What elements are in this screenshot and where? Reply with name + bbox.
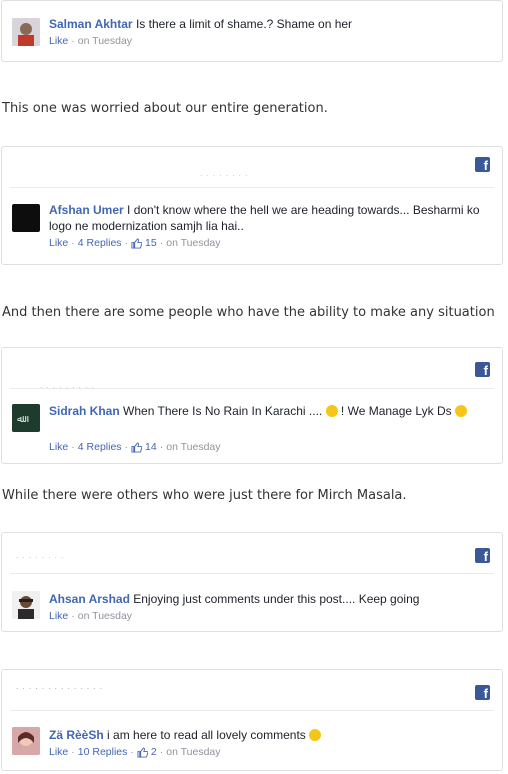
comment: Zä RèèSh i am here to read all lovely co…	[2, 711, 502, 758]
comment-text: Afshan Umer I don't know where the hell …	[49, 202, 502, 234]
separator: ·	[124, 441, 129, 453]
blurred-post-header: . . . . . . . .	[16, 551, 65, 560]
comment: Ahsan Arshad Enjoying just comments unde…	[2, 574, 502, 622]
comment-time[interactable]: on Tuesday	[166, 237, 220, 249]
blurred-post-header: . . . . . . . . . . . . . .	[16, 682, 104, 691]
comment-time[interactable]: on Tuesday	[78, 610, 132, 622]
comment-body: When There Is No Rain In Karachi ....	[123, 404, 323, 418]
avatar-image	[12, 18, 40, 46]
comment-meta: Like · on Tuesday	[49, 35, 502, 47]
comment-text: Ahsan Arshad Enjoying just comments unde…	[49, 591, 502, 607]
comment-time[interactable]: on Tuesday	[78, 35, 132, 47]
comment-body: Enjoying just comments under this post..…	[133, 592, 420, 606]
laughing-emoji-icon	[454, 405, 467, 417]
like-thumb-icon	[131, 441, 143, 453]
separator: ·	[71, 35, 75, 47]
comment-author[interactable]: Ahsan Arshad	[49, 592, 130, 606]
avatar-image	[12, 591, 40, 619]
facebook-icon[interactable]: f	[475, 548, 490, 563]
avatar-image	[12, 727, 40, 755]
like-link[interactable]: Like	[49, 35, 68, 47]
winking-tongue-emoji-icon	[309, 729, 322, 741]
separator: ·	[71, 610, 75, 622]
comment-time[interactable]: on Tuesday	[166, 746, 220, 758]
reaction-count[interactable]: 14	[145, 441, 157, 453]
separator: ·	[159, 237, 164, 249]
comment: ﷲ Sidrah Khan When There Is No Rain In K…	[2, 389, 502, 453]
comment-card-5: . . . . . . . . . . . . . . f Zä RèèSh i…	[1, 669, 503, 771]
separator: ·	[159, 441, 164, 453]
like-link[interactable]: Like	[49, 610, 68, 622]
article-paragraph: While there were others who were just th…	[2, 488, 407, 503]
comment-author[interactable]: Afshan Umer	[49, 203, 124, 217]
separator: ·	[71, 441, 75, 453]
comment-meta: Like · 4 Replies · 14 · on Tuesday	[49, 441, 502, 453]
like-thumb-icon	[131, 237, 143, 249]
avatar[interactable]	[12, 591, 40, 619]
avatar[interactable]: ﷲ	[12, 404, 40, 432]
card-header: . . . . . . . . . . . . . . f	[10, 670, 494, 711]
card-header: . . . . . . . . f	[10, 533, 494, 574]
reaction-count[interactable]: 15	[145, 237, 157, 249]
like-link[interactable]: Like	[49, 237, 68, 249]
facebook-icon[interactable]: f	[475, 157, 490, 172]
separator: ·	[71, 746, 75, 758]
comment-author[interactable]: Salman Akhtar	[49, 17, 133, 31]
laughing-emoji-icon	[325, 405, 338, 417]
comment-card-2: . . . . . . . . f Afshan Umer I don't kn…	[1, 146, 503, 265]
comment: Salman Akhtar Is there a limit of shame.…	[2, 1, 502, 47]
like-link[interactable]: Like	[49, 746, 68, 758]
reaction-count[interactable]: 2	[151, 746, 157, 758]
card-header: . . . . . . . . f	[10, 147, 494, 188]
separator: ·	[159, 746, 164, 758]
comment-card-1: Salman Akhtar Is there a limit of shame.…	[1, 0, 503, 62]
comment-body: i am here to read all lovely comments	[107, 728, 306, 742]
card-header: . . . . . . . . . f	[10, 348, 494, 390]
comment-time[interactable]: on Tuesday	[166, 441, 220, 453]
article-paragraph: This one was worried about our entire ge…	[2, 101, 328, 116]
separator: ·	[71, 237, 75, 249]
like-thumb-icon	[137, 746, 148, 758]
comment-text: Zä RèèSh i am here to read all lovely co…	[49, 727, 502, 743]
separator: ·	[124, 237, 129, 249]
facebook-icon[interactable]: f	[475, 685, 490, 700]
comment-author[interactable]: Zä RèèSh	[49, 728, 104, 742]
comment: Afshan Umer I don't know where the hell …	[2, 188, 502, 249]
comment-card-3: . . . . . . . . . f ﷲ Sidrah Khan When T…	[1, 347, 503, 464]
comment-text: Sidrah Khan When There Is No Rain In Kar…	[49, 403, 502, 419]
like-link[interactable]: Like	[49, 441, 68, 453]
article-paragraph: And then there are some people who have …	[2, 305, 495, 320]
comment-card-4: . . . . . . . . f Ahsan Arshad Enjoying …	[1, 532, 503, 632]
comment-body-end: ! We Manage Lyk Ds	[340, 404, 452, 418]
facebook-icon[interactable]: f	[475, 362, 490, 377]
comment-meta: Like · 10 Replies · 2 · on Tuesday	[49, 746, 502, 758]
replies-link[interactable]: 4 Replies	[78, 237, 122, 249]
avatar[interactable]	[12, 18, 40, 46]
comment-author[interactable]: Sidrah Khan	[49, 404, 120, 418]
comment-meta: Like · on Tuesday	[49, 610, 502, 622]
separator: ·	[130, 746, 134, 758]
avatar-image: ﷲ	[12, 404, 40, 432]
avatar[interactable]	[12, 204, 40, 232]
comment-text: Salman Akhtar Is there a limit of shame.…	[49, 16, 502, 32]
blurred-post-header: . . . . . . . .	[200, 169, 249, 178]
replies-link[interactable]: 10 Replies	[78, 746, 128, 758]
comment-meta: Like · 4 Replies · 15 · on Tuesday	[49, 237, 502, 249]
avatar[interactable]	[12, 727, 40, 755]
replies-link[interactable]: 4 Replies	[78, 441, 122, 453]
comment-body: Is there a limit of shame.? Shame on her	[135, 17, 353, 31]
